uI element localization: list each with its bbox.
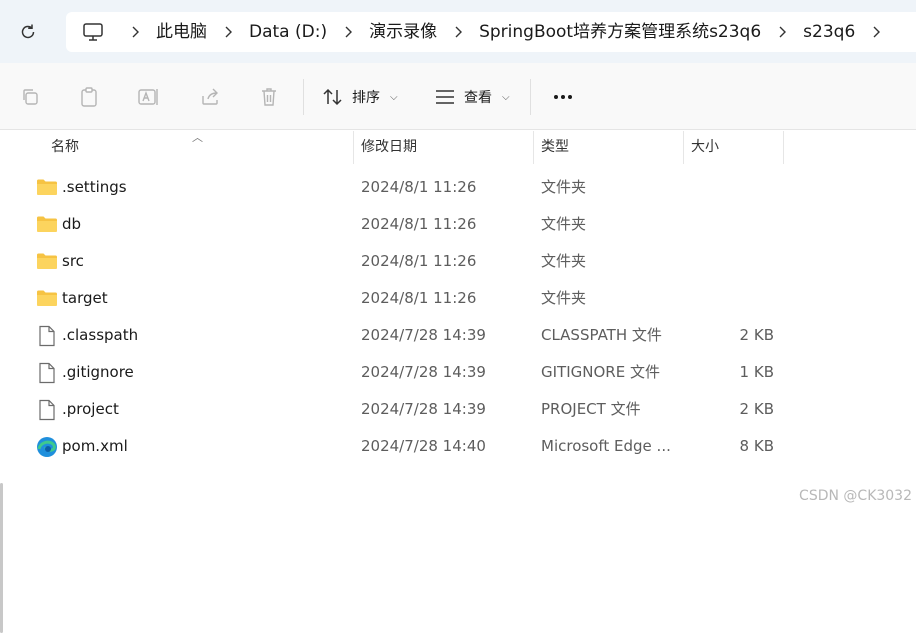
file-name: .gitignore bbox=[62, 363, 134, 381]
sort-icon bbox=[323, 88, 342, 106]
file-row[interactable]: pom.xml 2024/7/28 14:40 Microsoft Edge ...… bbox=[24, 428, 824, 465]
file-date: 2024/7/28 14:40 bbox=[361, 437, 486, 455]
file-row[interactable]: db 2024/8/1 11:26 文件夹 bbox=[24, 206, 824, 243]
chevron-down-icon: ⌵ bbox=[502, 91, 510, 103]
delete-button[interactable] bbox=[253, 81, 285, 113]
file-type: CLASSPATH 文件 bbox=[541, 326, 662, 344]
file-date: 2024/7/28 14:39 bbox=[361, 400, 486, 418]
column-header-name[interactable]: 名称 bbox=[51, 131, 79, 164]
file-date: 2024/7/28 14:39 bbox=[361, 326, 486, 344]
file-icon bbox=[36, 325, 58, 347]
chevron-right-icon[interactable] bbox=[333, 12, 363, 52]
ellipsis-icon bbox=[568, 95, 572, 99]
toolbar-divider bbox=[530, 79, 531, 115]
file-type: 文件夹 bbox=[541, 178, 587, 196]
view-label: 查看 bbox=[464, 90, 492, 106]
more-options-button[interactable] bbox=[546, 81, 580, 113]
sort-label: 排序 bbox=[352, 90, 380, 106]
file-row[interactable]: target 2024/8/1 11:26 文件夹 bbox=[24, 280, 824, 317]
ellipsis-icon bbox=[561, 95, 565, 99]
chevron-right-icon[interactable] bbox=[767, 12, 797, 52]
ellipsis-icon bbox=[554, 95, 558, 99]
file-type: Microsoft Edge ... bbox=[541, 437, 671, 455]
file-type: 文件夹 bbox=[541, 252, 587, 270]
file-size: 1 KB bbox=[739, 363, 774, 381]
file-name: .project bbox=[62, 400, 119, 418]
file-name: target bbox=[62, 289, 108, 307]
breadcrumb-item-current[interactable]: s23q6 bbox=[797, 12, 861, 52]
column-header-row: ︿ 名称 修改日期 类型 大小 bbox=[0, 131, 916, 164]
address-bar-row: 此电脑 Data (D:) 演示录像 SpringBoot培养方案管理系统s23… bbox=[0, 0, 916, 63]
file-date: 2024/7/28 14:39 bbox=[361, 363, 486, 381]
breadcrumb[interactable]: 此电脑 Data (D:) 演示录像 SpringBoot培养方案管理系统s23… bbox=[66, 12, 916, 52]
view-dropdown[interactable]: 查看 ⌵ bbox=[434, 81, 510, 113]
sort-ascending-icon: ︿ bbox=[192, 131, 203, 144]
file-row[interactable]: .settings 2024/8/1 11:26 文件夹 bbox=[24, 169, 824, 206]
file-name: src bbox=[62, 252, 84, 270]
column-resize-handle[interactable] bbox=[353, 131, 354, 164]
breadcrumb-item-this-pc[interactable]: 此电脑 bbox=[150, 12, 213, 52]
chevron-right-icon[interactable] bbox=[120, 12, 150, 52]
copy-button[interactable] bbox=[14, 81, 46, 113]
file-row[interactable]: .project 2024/7/28 14:39 PROJECT 文件 2 KB bbox=[24, 391, 824, 428]
column-resize-handle[interactable] bbox=[783, 131, 784, 164]
breadcrumb-item-drive[interactable]: Data (D:) bbox=[243, 12, 333, 52]
share-button[interactable] bbox=[194, 81, 226, 113]
refresh-icon bbox=[21, 24, 35, 39]
toolbar-divider bbox=[303, 79, 304, 115]
file-type: GITIGNORE 文件 bbox=[541, 363, 660, 381]
monitor-icon bbox=[83, 23, 103, 41]
trash-icon bbox=[262, 88, 276, 106]
view-list-icon bbox=[436, 90, 454, 104]
folder-icon bbox=[36, 251, 58, 273]
file-date: 2024/8/1 11:26 bbox=[361, 252, 477, 270]
sort-dropdown[interactable]: 排序 ⌵ bbox=[322, 81, 398, 113]
chevron-right-icon[interactable] bbox=[213, 12, 243, 52]
column-resize-handle[interactable] bbox=[683, 131, 684, 164]
clipboard-icon bbox=[81, 87, 97, 107]
breadcrumb-item-project[interactable]: SpringBoot培养方案管理系统s23q6 bbox=[473, 12, 767, 52]
chevron-down-icon: ⌵ bbox=[390, 91, 398, 103]
file-size: 8 KB bbox=[739, 437, 774, 455]
edge-icon bbox=[36, 436, 58, 458]
file-row[interactable]: src 2024/8/1 11:26 文件夹 bbox=[24, 243, 824, 280]
chevron-right-icon[interactable] bbox=[861, 12, 891, 52]
file-date: 2024/8/1 11:26 bbox=[361, 289, 477, 307]
file-name: pom.xml bbox=[62, 437, 128, 455]
file-size: 2 KB bbox=[739, 326, 774, 344]
file-type: 文件夹 bbox=[541, 215, 587, 233]
file-date: 2024/8/1 11:26 bbox=[361, 215, 477, 233]
file-name: db bbox=[62, 215, 82, 233]
file-date: 2024/8/1 11:26 bbox=[361, 178, 477, 196]
scrollbar[interactable] bbox=[0, 483, 3, 633]
folder-icon bbox=[36, 214, 58, 236]
file-row[interactable]: .gitignore 2024/7/28 14:39 GITIGNORE 文件 1 K… bbox=[24, 354, 824, 391]
folder-icon bbox=[36, 177, 58, 199]
file-name: .classpath bbox=[62, 326, 139, 344]
folder-icon bbox=[36, 288, 58, 310]
rename-button[interactable] bbox=[133, 81, 165, 113]
file-type: PROJECT 文件 bbox=[541, 400, 641, 418]
watermark: CSDN @CK3032 bbox=[799, 488, 912, 504]
chevron-right-icon[interactable] bbox=[443, 12, 473, 52]
paste-button[interactable] bbox=[73, 81, 105, 113]
breadcrumb-item-demo-videos[interactable]: 演示录像 bbox=[363, 12, 443, 52]
copy-icon bbox=[23, 89, 38, 105]
file-type: 文件夹 bbox=[541, 289, 587, 307]
refresh-button[interactable] bbox=[10, 16, 46, 48]
file-icon bbox=[36, 399, 58, 421]
command-bar: 排序 ⌵ 查看 ⌵ bbox=[0, 63, 916, 130]
this-pc-button[interactable] bbox=[66, 12, 120, 52]
column-header-size[interactable]: 大小 bbox=[691, 131, 719, 164]
column-header-date[interactable]: 修改日期 bbox=[361, 131, 417, 164]
column-resize-handle[interactable] bbox=[533, 131, 534, 164]
share-icon bbox=[202, 88, 218, 105]
column-header-type[interactable]: 类型 bbox=[541, 131, 569, 164]
file-name: .settings bbox=[62, 178, 127, 196]
file-size: 2 KB bbox=[739, 400, 774, 418]
file-row[interactable]: .classpath 2024/7/28 14:39 CLASSPATH 文件 2 K… bbox=[24, 317, 824, 354]
file-list: ︿ 名称 修改日期 类型 大小 .settings 2024/8/1 11:26 文… bbox=[0, 131, 916, 633]
rename-icon bbox=[138, 89, 158, 105]
file-icon bbox=[36, 362, 58, 384]
